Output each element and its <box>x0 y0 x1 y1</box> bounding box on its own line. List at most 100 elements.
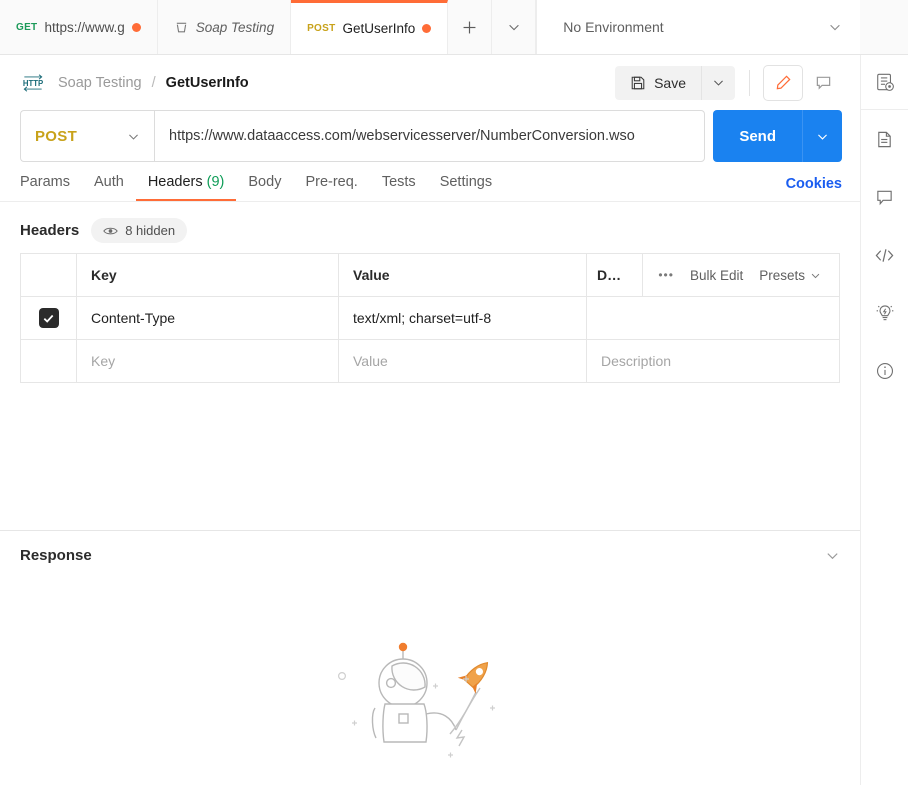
column-header-description: D… <box>587 254 643 296</box>
response-collapse-button[interactable] <box>825 548 840 563</box>
response-title: Response <box>20 547 92 564</box>
url-bar: POST Send <box>0 110 860 162</box>
send-options-button[interactable] <box>802 110 842 162</box>
rail-postbot[interactable] <box>861 284 908 342</box>
tab-label: Settings <box>439 174 493 190</box>
tab-method-label: GET <box>16 21 38 33</box>
new-header-value-input[interactable]: Value <box>339 340 587 382</box>
breadcrumb-parent[interactable]: Soap Testing <box>58 75 142 91</box>
request-tab-getuserinfo[interactable]: POST GetUserInfo <box>291 0 449 54</box>
tab-headers[interactable]: Headers (9) <box>135 174 237 201</box>
hidden-headers-toggle[interactable]: 8 hidden <box>91 218 188 243</box>
floppy-disk-icon <box>630 75 646 91</box>
rail-info[interactable] <box>861 342 908 400</box>
row-checkbox[interactable] <box>38 308 59 328</box>
environment-selected-label: No Environment <box>563 19 664 35</box>
tab-label: Pre-req. <box>305 174 358 190</box>
right-sidebar <box>860 55 908 785</box>
tab-title: GetUserInfo <box>342 21 416 36</box>
request-tab-get[interactable]: GET https://www.g <box>0 0 158 54</box>
code-icon <box>874 246 895 265</box>
view-mode-buttons <box>764 65 842 100</box>
http-icon: HTTP <box>20 72 46 94</box>
response-section-header: Response <box>0 530 860 580</box>
svg-text:HTTP: HTTP <box>23 79 43 88</box>
edit-request-button[interactable] <box>764 65 802 100</box>
tab-tests[interactable]: Tests <box>370 174 428 201</box>
new-header-key-input[interactable]: Key <box>77 340 339 382</box>
cookies-link[interactable]: Cookies <box>786 176 842 201</box>
header-value-cell[interactable]: text/xml; charset=utf-8 <box>339 297 587 339</box>
rail-comments[interactable] <box>861 168 908 226</box>
comment-request-button[interactable] <box>804 66 842 100</box>
rail-code-snippet[interactable] <box>861 226 908 284</box>
request-actions: Save <box>615 65 842 100</box>
table-row[interactable]: Content-Type text/xml; charset=utf-8 <box>21 297 839 340</box>
tab-label: Tests <box>381 174 416 190</box>
headers-table-actions: ••• Bulk Edit Presets <box>644 254 839 296</box>
unsaved-indicator-dot <box>131 22 141 32</box>
row-enabled-checkbox-cell <box>21 297 77 339</box>
collection-tab-soap-testing[interactable]: Soap Testing <box>157 0 292 54</box>
environment-quick-look-icon <box>875 72 895 92</box>
chevron-down-icon <box>828 20 842 34</box>
tab-title: https://www.g <box>44 19 125 35</box>
eye-icon <box>103 225 118 237</box>
collection-icon <box>174 20 189 35</box>
header-key-cell[interactable]: Content-Type <box>77 297 339 339</box>
tab-params[interactable]: Params <box>20 174 82 201</box>
tab-list-dropdown-button[interactable] <box>492 0 537 54</box>
url-input[interactable] <box>154 110 706 162</box>
ellipsis-icon[interactable]: ••• <box>658 268 674 282</box>
request-section-tabs: Params Auth Headers (9) Body Pre-req. Te… <box>0 162 860 202</box>
postman-app-window: GET https://www.g Soap Testing POST GetU… <box>0 0 908 785</box>
hidden-headers-label: 8 hidden <box>125 223 176 238</box>
comment-icon <box>815 74 832 91</box>
send-button[interactable]: Send <box>713 110 802 162</box>
presets-dropdown[interactable]: Presets <box>759 268 821 283</box>
header-description-cell[interactable] <box>587 297 839 339</box>
new-header-description-input[interactable]: Description <box>587 340 839 382</box>
column-header-key: Key <box>77 254 339 296</box>
presets-label: Presets <box>759 267 805 283</box>
table-row-empty[interactable]: Key Value Description <box>21 340 839 383</box>
save-button-group: Save <box>615 65 735 100</box>
response-empty-state <box>0 580 860 785</box>
save-label: Save <box>654 74 686 91</box>
tab-label: Params <box>20 174 70 190</box>
info-icon <box>875 361 895 381</box>
rail-documentation[interactable] <box>861 110 908 168</box>
astronaut-rocket-illustration <box>330 638 530 768</box>
tab-label: Body <box>248 174 282 190</box>
row-enabled-checkbox-cell <box>21 340 77 382</box>
column-header-value: Value <box>339 254 587 296</box>
tab-bar: GET https://www.g Soap Testing POST GetU… <box>0 0 908 55</box>
save-options-button[interactable] <box>701 65 735 100</box>
request-tabs-list: Params Auth Headers (9) Body Pre-req. Te… <box>20 174 504 201</box>
send-button-group: Send <box>713 110 842 162</box>
select-all-cell <box>21 254 77 296</box>
tab-body[interactable]: Body <box>236 174 293 201</box>
headers-table-header-row: Key Value D… ••• Bulk Edit Presets <box>21 254 839 297</box>
tab-pre-request[interactable]: Pre-req. <box>293 174 369 201</box>
request-pane: HTTP Soap Testing / GetUserInfo Save POS… <box>0 55 860 785</box>
chevron-down-icon <box>811 273 820 278</box>
breadcrumb-current[interactable]: GetUserInfo <box>166 75 249 91</box>
tab-label: Headers <box>147 174 203 190</box>
bulk-edit-button[interactable]: Bulk Edit <box>690 268 743 283</box>
rail-environment-quick-look[interactable] <box>861 55 908 110</box>
pencil-icon <box>775 74 792 91</box>
tab-count: (9) <box>206 174 225 190</box>
tab-auth[interactable]: Auth <box>82 174 136 201</box>
save-button[interactable]: Save <box>615 65 701 100</box>
http-method-selector[interactable]: POST <box>20 110 154 162</box>
lightbulb-icon <box>875 303 895 323</box>
breadcrumb-text: Soap Testing / GetUserInfo <box>58 75 249 91</box>
headers-section-title-row: Headers 8 hidden <box>0 202 860 253</box>
environment-selector[interactable]: No Environment <box>536 0 860 54</box>
column-header-description-group: D… ••• Bulk Edit Presets <box>587 254 839 296</box>
new-tab-button[interactable] <box>448 0 493 54</box>
tab-settings[interactable]: Settings <box>428 174 504 201</box>
tab-title: Soap Testing <box>195 19 275 35</box>
breadcrumb: HTTP Soap Testing / GetUserInfo <box>20 72 249 94</box>
